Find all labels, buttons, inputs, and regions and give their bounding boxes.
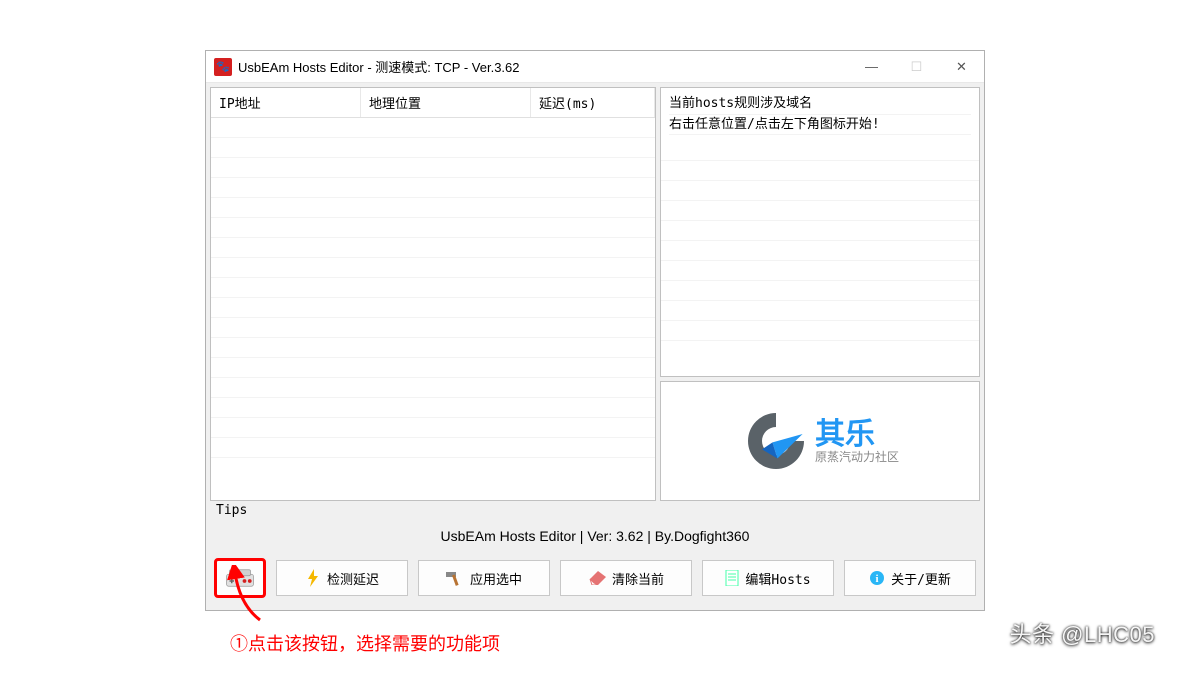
logo-mark: 其乐 原蒸汽动力社区 xyxy=(741,406,899,476)
maximize-button[interactable]: ☐ xyxy=(894,51,939,83)
close-button[interactable]: ✕ xyxy=(939,51,984,83)
hosts-info-line1: 当前hosts规则涉及域名 xyxy=(669,94,971,115)
gamepad-icon xyxy=(225,567,255,589)
table-header: IP地址 地理位置 延迟(ms) xyxy=(211,88,655,118)
toolbar: 检测延迟 应用选中 清除当前 编辑Hosts xyxy=(210,552,980,606)
annotation-text: ①点击该按钮，选择需要的功能项 xyxy=(230,630,500,656)
about-update-button[interactable]: i 关于/更新 xyxy=(844,560,976,596)
column-ip[interactable]: IP地址 xyxy=(211,88,361,117)
app-icon: 🐾 xyxy=(214,58,232,76)
minimize-button[interactable]: — xyxy=(849,51,894,83)
logo-cn-text: 其乐 xyxy=(815,418,899,451)
column-location[interactable]: 地理位置 xyxy=(361,88,531,117)
lightning-icon xyxy=(305,569,321,587)
document-icon xyxy=(725,570,739,586)
logo-sub-text: 原蒸汽动力社区 xyxy=(815,451,899,464)
apply-selected-button[interactable]: 应用选中 xyxy=(418,560,550,596)
hammer-icon xyxy=(446,570,464,586)
watermark: 头条 @LHC05 xyxy=(1010,617,1155,649)
table-body[interactable] xyxy=(211,118,655,463)
eraser-icon xyxy=(588,571,606,585)
column-latency[interactable]: 延迟(ms) xyxy=(531,88,655,117)
ip-table-panel: IP地址 地理位置 延迟(ms) xyxy=(210,87,656,501)
window-title: UsbEAm Hosts Editor - 测速模式: TCP - Ver.3.… xyxy=(238,57,849,76)
hosts-info-panel[interactable]: 当前hosts规则涉及域名 右击任意位置/点击左下角图标开始! xyxy=(660,87,980,377)
info-bar: UsbEAm Hosts Editor | Ver: 3.62 | By.Dog… xyxy=(210,520,980,552)
titlebar: 🐾 UsbEAm Hosts Editor - 测速模式: TCP - Ver.… xyxy=(206,51,984,83)
detect-latency-button[interactable]: 检测延迟 xyxy=(276,560,408,596)
clear-current-button[interactable]: 清除当前 xyxy=(560,560,692,596)
qile-logo-icon xyxy=(741,406,811,476)
gamepad-button[interactable] xyxy=(214,558,266,598)
app-window: 🐾 UsbEAm Hosts Editor - 测速模式: TCP - Ver.… xyxy=(205,50,985,611)
hosts-info-line2: 右击任意位置/点击左下角图标开始! xyxy=(669,115,971,136)
logo-panel: 其乐 原蒸汽动力社区 xyxy=(660,381,980,501)
svg-text:i: i xyxy=(876,573,879,585)
tips-label: Tips xyxy=(210,501,980,520)
info-icon: i xyxy=(869,570,885,586)
edit-hosts-button[interactable]: 编辑Hosts xyxy=(702,560,834,596)
